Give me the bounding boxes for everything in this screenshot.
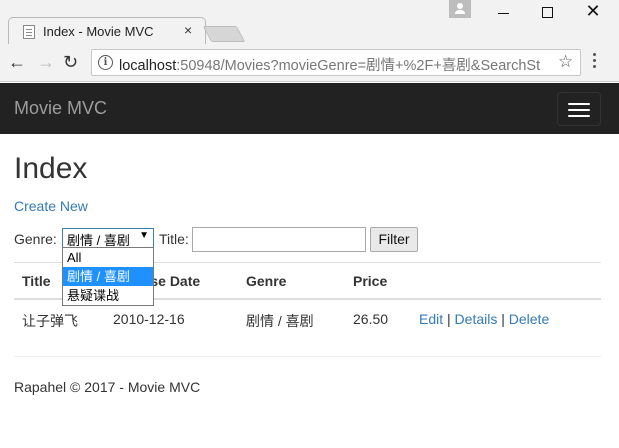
title-search-input[interactable]: [192, 227, 366, 252]
genre-dropdown-list: All 剧情 / 喜剧 悬疑谍战: [62, 247, 154, 306]
column-header-genre: Genre: [246, 273, 287, 289]
reload-icon[interactable]: ↻: [63, 52, 78, 73]
url-path: :50948/Movies?movieGenre=剧情+%2F+喜剧&Searc…: [176, 58, 541, 74]
profile-icon[interactable]: [449, 0, 471, 18]
cell-genre: 剧情 / 喜剧: [246, 313, 314, 329]
hamburger-menu-button[interactable]: [557, 92, 601, 126]
genre-select[interactable]: 剧情 / 喜剧 ▼: [62, 228, 154, 248]
tab-close-icon[interactable]: ×: [184, 22, 192, 38]
edit-link[interactable]: Edit: [419, 311, 443, 327]
browser-toolbar: ← → ↻ i localhost:50948/Movies?movieGenr…: [0, 44, 619, 82]
browser-menu-icon[interactable]: [593, 53, 597, 71]
browser-tab[interactable]: Index - Movie MVC ×: [8, 17, 206, 45]
maximize-icon: [541, 7, 553, 18]
tab-title: Index - Movie MVC: [43, 24, 154, 39]
create-new-link[interactable]: Create New: [14, 198, 88, 214]
genre-option-suspense-spy[interactable]: 悬疑谍战: [63, 286, 153, 305]
app-navbar: Movie MVC: [0, 83, 619, 134]
cell-release-date: 2010-12-16: [113, 311, 185, 327]
url-text[interactable]: localhost:50948/Movies?movieGenre=剧情+%2F…: [119, 54, 551, 75]
details-link[interactable]: Details: [455, 311, 498, 327]
delete-link[interactable]: Delete: [509, 311, 549, 327]
cell-title: 让子弹飞: [22, 313, 78, 329]
row-actions: Edit | Details | Delete: [419, 311, 550, 327]
bookmark-star-icon[interactable]: ☆: [558, 52, 573, 72]
genre-option-drama-comedy[interactable]: 剧情 / 喜剧: [63, 267, 153, 286]
filter-button[interactable]: Filter: [370, 227, 418, 252]
column-header-price: Price: [353, 273, 388, 289]
forward-arrow-icon[interactable]: →: [37, 52, 55, 73]
address-bar[interactable]: i localhost:50948/Movies?movieGenre=剧情+%…: [91, 49, 581, 76]
url-host: localhost: [119, 58, 177, 74]
column-header-title: Title: [22, 273, 51, 289]
footer-text: Rapahel © 2017 - Movie MVC: [14, 379, 201, 395]
genre-selected-value: 剧情 / 喜剧: [67, 233, 130, 248]
genre-label: Genre:: [14, 231, 57, 247]
cell-price: 26.50: [353, 311, 389, 327]
new-tab-button[interactable]: [202, 26, 246, 42]
genre-option-all[interactable]: All: [63, 248, 153, 267]
maximize-button[interactable]: [532, 3, 562, 23]
minimize-icon: [497, 13, 509, 14]
hamburger-icon: [568, 103, 590, 105]
footer-divider: [14, 356, 601, 357]
minimize-button[interactable]: [488, 3, 518, 23]
page-favicon-icon: [23, 25, 35, 39]
dropdown-arrow-icon: ▼: [139, 230, 149, 241]
navbar-brand[interactable]: Movie MVC: [14, 98, 107, 119]
info-icon[interactable]: i: [98, 55, 113, 70]
title-label: Title:: [159, 231, 189, 247]
browser-titlebar: Index - Movie MVC × ✕: [0, 0, 619, 45]
back-arrow-icon[interactable]: ←: [8, 52, 26, 73]
page-title: Index: [14, 152, 88, 185]
close-window-button[interactable]: ✕: [578, 1, 608, 21]
